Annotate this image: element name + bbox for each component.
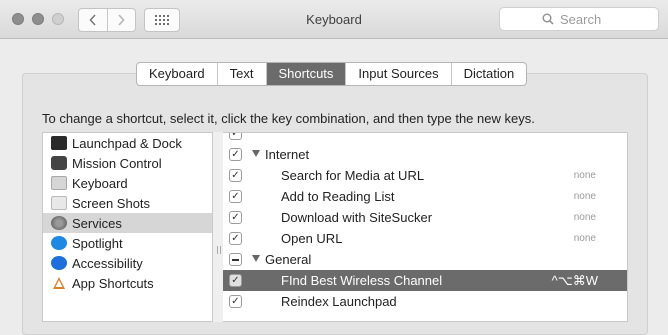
service-label: Reindex Launchpad [281,294,397,309]
shortcut-key[interactable]: none [574,212,596,223]
category-label: Services [72,215,122,231]
enable-checkbox[interactable] [229,133,242,140]
tab-bar: Keyboard Text Shortcuts Input Sources Di… [136,62,528,86]
enable-checkbox[interactable] [229,148,242,161]
screenshot-icon [51,196,67,210]
service-shortcut-list: Internet Search for Media at URL none Ad… [223,132,628,322]
shortcut-key[interactable]: none [574,191,596,202]
category-label: Launchpad & Dock [72,135,182,151]
tab-input-sources[interactable]: Input Sources [345,63,450,85]
category-label: Screen Shots [72,195,151,211]
shortcut-key[interactable]: ^⌥⌘W [552,273,598,289]
launchpad-dock-icon [51,136,67,150]
tab-keyboard[interactable]: Keyboard [137,63,217,85]
instructions-text: To change a shortcut, select it, click t… [42,111,535,126]
enable-checkbox[interactable] [229,232,242,245]
enable-checkbox[interactable] [229,211,242,224]
accessibility-icon [51,256,67,270]
mission-control-icon [51,156,67,170]
shortcut-key[interactable]: none [574,233,596,244]
tab-dictation[interactable]: Dictation [450,63,527,85]
category-services[interactable]: Services [43,213,212,233]
category-label: Mission Control [72,155,162,171]
tab-shortcuts[interactable]: Shortcuts [265,63,346,85]
search-icon [542,13,554,25]
disclosure-triangle-icon[interactable] [252,255,260,262]
service-label: FInd Best Wireless Channel [281,273,443,288]
list-item[interactable]: Open URL none [223,228,627,249]
enable-checkbox[interactable] [229,169,242,182]
tab-text[interactable]: Text [216,63,266,85]
services-gear-icon [51,216,67,230]
category-screen-shots[interactable]: Screen Shots [43,193,212,213]
enable-checkbox[interactable] [229,274,242,287]
category-app-shortcuts[interactable]: App Shortcuts [43,273,212,293]
service-label: Open URL [281,231,343,246]
title-bar: Keyboard Search [0,0,668,39]
category-launchpad-dock[interactable]: Launchpad & Dock [43,133,212,153]
keyboard-preferences-window: Keyboard Search Keyboard Text Shortcuts … [0,0,668,335]
list-item[interactable]: Reindex Launchpad [223,291,627,312]
category-label: Spotlight [72,235,123,251]
service-label: Search for Media at URL [281,168,425,183]
category-label: Keyboard [72,175,128,191]
service-label: Download with SiteSucker [281,210,433,225]
enable-checkbox[interactable] [229,190,242,203]
list-item[interactable]: Add to Reading List none [223,186,627,207]
shortcut-key[interactable]: none [574,170,596,181]
category-label: Accessibility [72,255,143,271]
splitter-grip[interactable] [217,246,221,254]
list-item[interactable]: FInd Best Wireless Channel ^⌥⌘W [223,270,627,291]
search-placeholder: Search [560,12,602,27]
list-item[interactable]: Download with SiteSucker none [223,207,627,228]
disclosure-triangle-icon[interactable] [252,150,260,157]
group-row-internet[interactable]: Internet [223,144,627,165]
category-accessibility[interactable]: Accessibility [43,253,212,273]
group-row-general[interactable]: General [223,249,627,270]
category-label: App Shortcuts [72,275,154,291]
keyboard-icon [51,176,67,190]
service-label: Add to Reading List [281,189,395,204]
category-mission-control[interactable]: Mission Control [43,153,212,173]
group-label: General [265,252,312,267]
list-item[interactable]: Search for Media at URL none [223,165,627,186]
list-item [223,133,627,144]
app-shortcuts-icon [51,276,67,290]
spotlight-icon [51,236,67,250]
list-splitter[interactable] [213,132,223,322]
shortcut-category-list: Launchpad & Dock Mission Control Keyboar… [42,132,213,322]
search-field[interactable]: Search [499,7,659,31]
category-spotlight[interactable]: Spotlight [43,233,212,253]
enable-checkbox[interactable] [229,295,242,308]
enable-checkbox[interactable] [229,253,242,266]
category-keyboard[interactable]: Keyboard [43,173,212,193]
group-label: Internet [265,147,310,162]
